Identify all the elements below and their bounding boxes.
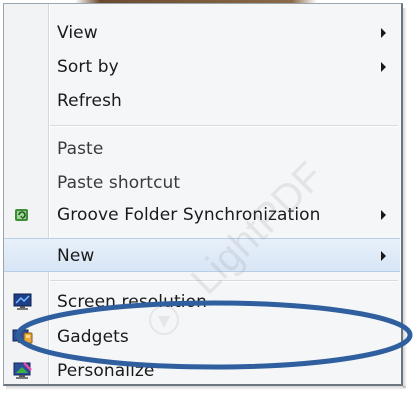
menu-separator [50,280,398,282]
submenu-arrow-icon [381,251,386,261]
menu-item-groove-folder-synchronization[interactable]: Groove Folder Synchronization [4,199,400,231]
menu-item-label: Paste [57,139,104,159]
submenu-arrow-icon [381,210,386,220]
menu-item-label: Gadgets [57,327,129,347]
menu-item-paste-shortcut[interactable]: Paste shortcut [4,167,400,199]
menu-item-sort-by[interactable]: Sort by [4,51,400,83]
menu-item-label: Paste shortcut [57,173,181,193]
menu-item-paste[interactable]: Paste [4,133,400,165]
menu-separator [50,125,398,127]
menu-item-label: View [57,23,98,43]
desktop-context-menu-screenshot: View Sort by Refresh Paste Paste shortcu… [0,0,417,394]
menu-item-personalize[interactable]: Personalize [4,355,400,384]
menu-item-refresh[interactable]: Refresh [4,85,400,117]
submenu-arrow-icon [381,62,386,72]
menu-shadow-bottom [6,386,406,390]
personalize-icon [12,361,32,381]
menu-item-view[interactable]: View [4,17,400,49]
menu-shadow-right [403,8,407,388]
gadgets-icon [12,327,33,347]
groove-sync-icon [12,205,32,225]
menu-item-label: Refresh [57,91,122,111]
context-menu: View Sort by Refresh Paste Paste shortcu… [3,3,403,386]
menu-item-gadgets[interactable]: Gadgets [4,321,400,353]
menu-item-label: New [57,246,95,266]
menu-item-new[interactable]: New [4,238,400,272]
menu-item-screen-resolution[interactable]: Screen resolution [4,286,400,318]
menu-item-label: Personalize [57,361,155,381]
submenu-arrow-icon [381,28,386,38]
menu-item-label: Groove Folder Synchronization [57,205,321,225]
monitor-icon [12,292,32,312]
menu-item-label: Screen resolution [57,292,207,312]
menu-item-label: Sort by [57,57,119,77]
